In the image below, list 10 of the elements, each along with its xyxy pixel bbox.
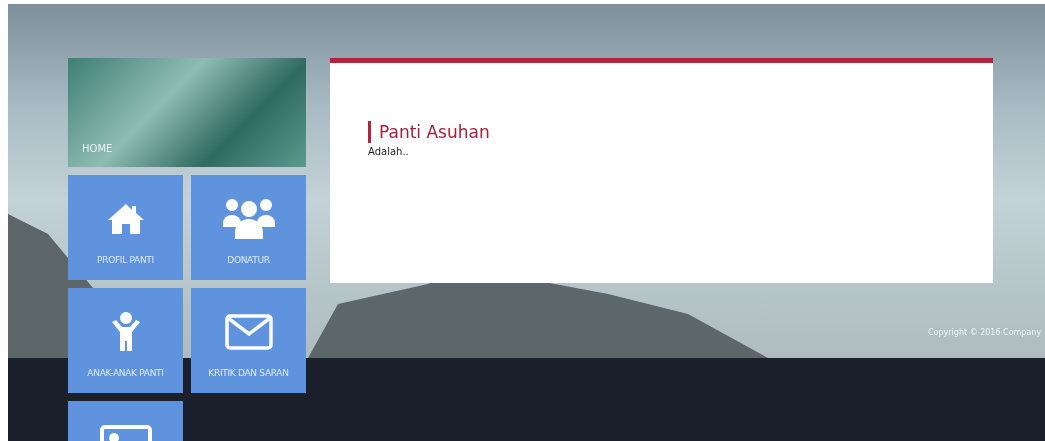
menu-tile[interactable]: DONATUR	[191, 175, 306, 280]
home-tile[interactable]: HOME	[68, 58, 306, 167]
child-icon	[109, 312, 142, 352]
envelope-icon	[224, 314, 273, 350]
menu-tile[interactable]: ANAK-ANAK PANTI	[68, 288, 183, 393]
menu-tile[interactable]: PROFIL PANTI	[68, 175, 183, 280]
menu-tile[interactable]: KRITIK DAN SARAN	[191, 288, 306, 393]
content-text: Adalah..	[368, 146, 410, 157]
people-icon	[222, 197, 275, 241]
content-title: Panti Asuhan	[368, 121, 490, 143]
